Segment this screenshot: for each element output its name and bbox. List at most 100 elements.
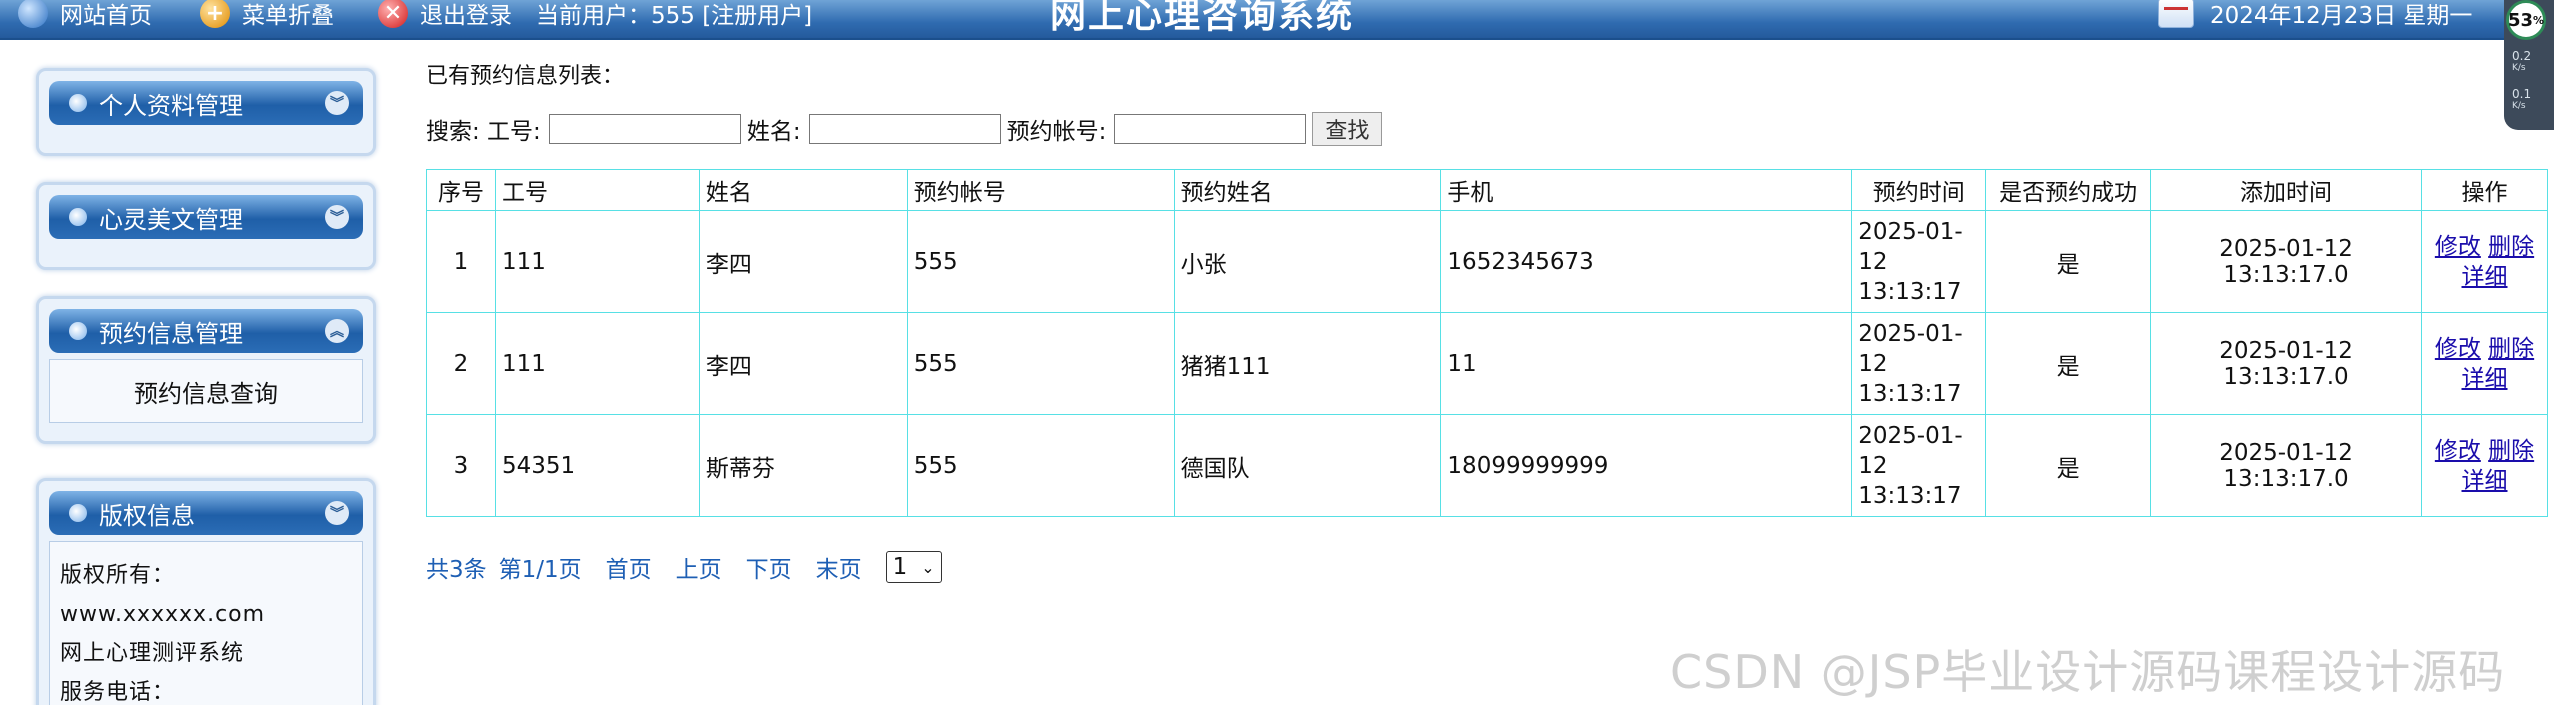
account-input[interactable] [1114, 114, 1307, 144]
search-button[interactable]: 查找 [1312, 112, 1383, 146]
page-indicator: 第1/1页 [498, 557, 582, 583]
sidebar-item-label: 个人资料管理 [99, 91, 243, 120]
download-speed: 0.1 K/s [2512, 87, 2532, 111]
cell-success: 是 [1985, 414, 2152, 517]
sidebar-panel-appointments: 预约信息管理 ︽ 预约信息查询 [36, 296, 376, 444]
sidebar-panel-profile: 个人资料管理 ︾ [36, 68, 376, 156]
list-title: 已有预约信息列表： [426, 64, 625, 89]
cell-job: 111 [494, 210, 700, 313]
search-job-label: 搜索: 工号: [426, 119, 541, 145]
delete-link[interactable]: 删除 [2488, 336, 2534, 362]
cell-ops: 修改 删除 详细 [2421, 414, 2548, 517]
edit-link[interactable]: 修改 [2435, 438, 2481, 464]
last-page-link[interactable]: 末页 [816, 550, 862, 584]
bullet-icon [69, 94, 87, 112]
col-success: 是否预约成功 [1985, 169, 2152, 211]
date-display: 2024年12月23日 星期一 [2158, 0, 2472, 29]
cell-name: 李四 [698, 210, 908, 313]
table-row: 2 111 李四 555 猪猪111 11 2025-01- 12 13:13:17… [426, 312, 2548, 415]
system-title: 网上心理咨询系统 [1050, 0, 1355, 36]
table-header: 序号 工号 姓名 预约帐号 预约姓名 手机 预约时间 是否预约成功 添加时间 操… [426, 169, 2548, 211]
chevron-down-icon[interactable]: ︾ [325, 91, 349, 115]
chevron-up-icon[interactable]: ︽ [325, 319, 349, 343]
cell-rname: 猪猪111 [1173, 312, 1442, 415]
col-account: 预约帐号 [906, 169, 1175, 211]
cell-account: 555 [906, 210, 1175, 313]
sidebar-item-label: 心灵美文管理 [99, 205, 243, 234]
page-select[interactable]: 1 ⌄ [885, 551, 942, 583]
job-number-input[interactable] [548, 114, 741, 144]
upload-speed: 0.2 K/s [2512, 49, 2532, 73]
chevron-down-icon: ⌄ [921, 557, 935, 577]
cell-account: 555 [906, 414, 1175, 517]
network-speed-widget[interactable]: 53% 0.2 K/s 0.1 K/s [2504, 0, 2554, 130]
cell-name: 斯蒂芬 [698, 414, 908, 517]
logout-link[interactable]: ✕ 退出登录 [378, 0, 512, 29]
cell-time: 2025-01- 12 13:13:17 [1851, 414, 1987, 517]
fold-menu-link[interactable]: + 菜单折叠 [200, 0, 334, 29]
total-count: 共3条 [426, 557, 487, 583]
cell-time: 2025-01- 12 13:13:17 [1851, 210, 1987, 313]
copyright-phone: 服务电话： [60, 680, 176, 705]
top-bar: 网站首页 + 菜单折叠 ✕ 退出登录 当前用户：555 [注册用户] 网上心理咨… [0, 0, 2554, 40]
cell-added: 2025-01-12 13:13:17.0 [2150, 210, 2422, 313]
current-user: 当前用户：555 [注册用户] [536, 3, 813, 29]
sidebar-item-profile[interactable]: 个人资料管理 ︾ [49, 81, 363, 125]
cell-rname: 德国队 [1173, 414, 1442, 517]
cell-account: 555 [906, 312, 1175, 415]
cell-ops: 修改 删除 详细 [2421, 312, 2548, 415]
col-phone: 手机 [1440, 169, 1853, 211]
detail-link[interactable]: 详细 [2462, 264, 2508, 290]
exit-icon: ✕ [378, 0, 408, 28]
next-page-link[interactable]: 下页 [746, 550, 792, 584]
bullet-icon [69, 208, 87, 226]
cell-ops: 修改 删除 详细 [2421, 210, 2548, 313]
sidebar-item-copyright[interactable]: 版权信息 ︾ [49, 491, 363, 535]
name-label: 姓名: [746, 119, 801, 145]
cell-time: 2025-01- 12 13:13:17 [1851, 312, 1987, 415]
detail-link[interactable]: 详细 [2462, 468, 2508, 494]
edit-link[interactable]: 修改 [2435, 336, 2481, 362]
table-row: 3 54351 斯蒂芬 555 德国队 18099999999 2025-01-… [426, 414, 2548, 517]
col-added: 添加时间 [2150, 169, 2422, 211]
chevron-down-icon[interactable]: ︾ [325, 501, 349, 525]
copyright-system: 网上心理测评系统 [60, 641, 245, 666]
bullet-icon [69, 504, 87, 522]
calendar-icon [2158, 0, 2194, 28]
fold-icon: + [200, 0, 230, 28]
table-row: 1 111 李四 555 小张 1652345673 2025-01- 12 13:… [426, 210, 2548, 313]
cell-added: 2025-01-12 13:13:17.0 [2150, 312, 2422, 415]
sidebar-panel-copyright: 版权信息 ︾ 版权所有： www.xxxxxx.com 网上心理测评系统 服务电… [36, 478, 376, 705]
cell-phone: 11 [1440, 312, 1853, 415]
delete-link[interactable]: 删除 [2488, 438, 2534, 464]
copyright-site: www.xxxxxx.com [60, 602, 266, 627]
detail-link[interactable]: 详细 [2462, 366, 2508, 392]
sidebar-item-appointment-query[interactable]: 预约信息查询 [50, 360, 362, 422]
cpu-badge: 53% [2506, 0, 2546, 40]
cell-no: 3 [426, 414, 496, 517]
sidebar-item-appointments[interactable]: 预约信息管理 ︽ [49, 309, 363, 353]
home-label: 网站首页 [60, 3, 152, 29]
prev-page-link[interactable]: 上页 [676, 550, 722, 584]
col-job: 工号 [494, 169, 700, 211]
col-time: 预约时间 [1851, 169, 1987, 211]
cell-phone: 1652345673 [1440, 210, 1853, 313]
first-page-link[interactable]: 首页 [606, 550, 652, 584]
cell-phone: 18099999999 [1440, 414, 1853, 517]
chevron-down-icon[interactable]: ︾ [325, 205, 349, 229]
sidebar-panel-articles: 心灵美文管理 ︾ [36, 182, 376, 270]
cell-success: 是 [1985, 312, 2152, 415]
col-name: 姓名 [698, 169, 908, 211]
cell-name: 李四 [698, 312, 908, 415]
edit-link[interactable]: 修改 [2435, 234, 2481, 260]
name-input[interactable] [808, 114, 1001, 144]
sidebar-item-label: 预约信息管理 [99, 319, 243, 348]
cell-added: 2025-01-12 13:13:17.0 [2150, 414, 2422, 517]
col-rname: 预约姓名 [1173, 169, 1442, 211]
appointments-submenu: 预约信息查询 [49, 359, 363, 423]
logout-label: 退出登录 [420, 3, 512, 29]
home-link[interactable]: 网站首页 [18, 0, 152, 29]
pagination: 共3条 第1/1页 首页 上页 下页 末页 1 ⌄ [426, 550, 942, 584]
sidebar-item-articles[interactable]: 心灵美文管理 ︾ [49, 195, 363, 239]
delete-link[interactable]: 删除 [2488, 234, 2534, 260]
